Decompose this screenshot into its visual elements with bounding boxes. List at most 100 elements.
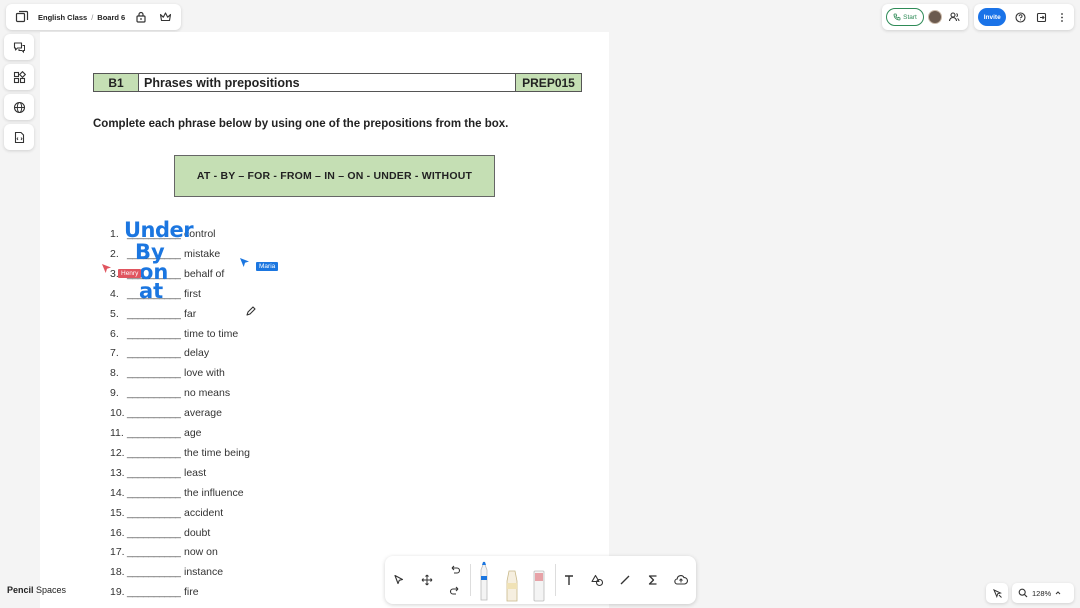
phone-icon xyxy=(893,13,901,21)
level-cell: B1 xyxy=(94,74,139,91)
left-toolbar xyxy=(4,34,34,150)
item-number: 19. xyxy=(110,586,125,599)
exit-icon[interactable] xyxy=(1034,9,1049,25)
breadcrumb-board[interactable]: Board 6 xyxy=(97,13,125,22)
text-tool[interactable] xyxy=(559,570,579,590)
item-number: 8. xyxy=(110,367,119,380)
item-blank: __________ xyxy=(127,586,181,599)
item-phrase: the time being xyxy=(184,446,250,459)
sigma-icon xyxy=(648,575,657,585)
pen-tool[interactable] xyxy=(477,560,491,602)
item-number: 10. xyxy=(110,407,125,420)
apps-button[interactable] xyxy=(4,64,34,90)
item-blank: __________ xyxy=(127,427,181,439)
participants-icon[interactable] xyxy=(946,9,962,25)
globe-icon xyxy=(13,101,25,113)
list-item: 16. __________ doubt xyxy=(110,527,330,541)
prepositions-box: AT - BY – FOR - FROM – IN – ON - UNDER -… xyxy=(174,155,495,197)
undo-button[interactable] xyxy=(445,560,465,580)
zoom-level: 128% xyxy=(1032,588,1052,598)
share-controls: Invite xyxy=(974,4,1074,30)
item-phrase: the influence xyxy=(184,486,244,499)
breadcrumb-class[interactable]: English Class xyxy=(38,13,87,22)
redo-icon xyxy=(449,586,459,595)
chat-button[interactable] xyxy=(4,34,34,60)
item-blank: __________ xyxy=(127,347,181,360)
item-phrase: behalf of xyxy=(184,267,225,280)
item-number: 15. xyxy=(110,506,125,519)
code-button[interactable] xyxy=(4,124,34,150)
board-header: English Class / Board 6 xyxy=(6,4,182,30)
toolbar-divider xyxy=(555,564,556,596)
item-blank: __________ xyxy=(127,506,181,519)
start-call-button[interactable]: Start xyxy=(886,8,924,26)
breadcrumb-separator: / xyxy=(91,12,94,22)
line-tool[interactable] xyxy=(615,570,635,590)
list-item: 19. __________ fire xyxy=(110,586,330,600)
item-number: 6. xyxy=(110,327,119,340)
start-label: Start xyxy=(903,13,917,21)
item-blank: __________ xyxy=(127,387,181,400)
item-number: 12. xyxy=(110,446,125,459)
brand-rest: Spaces xyxy=(33,585,67,595)
list-item: 6. __________ time to time xyxy=(110,328,330,342)
worksheet-header: B1 Phrases with prepositions PREP015 xyxy=(93,73,582,92)
list-item: 13. __________ least xyxy=(110,467,330,481)
item-number: 13. xyxy=(110,466,125,479)
item-phrase: mistake xyxy=(184,247,221,260)
item-blank: __________ xyxy=(127,546,181,559)
boards-icon[interactable] xyxy=(14,9,30,25)
item-number: 16. xyxy=(110,526,125,539)
crown-icon[interactable] xyxy=(157,9,173,25)
pan-tool[interactable] xyxy=(417,570,437,590)
lock-icon[interactable] xyxy=(133,9,149,25)
pencil-cursor-icon xyxy=(246,306,256,316)
session-controls: Start xyxy=(882,4,968,30)
item-phrase: no means xyxy=(184,387,231,400)
list-item: 17. __________ now on xyxy=(110,546,330,560)
laser-pointer-button[interactable] xyxy=(986,583,1008,603)
browser-button[interactable] xyxy=(4,94,34,120)
shapes-tool[interactable] xyxy=(587,570,607,590)
item-phrase: instance xyxy=(184,566,224,579)
list-item: 10. __________ average xyxy=(110,407,330,421)
item-phrase: first xyxy=(184,287,201,300)
eraser-tool[interactable] xyxy=(532,570,546,602)
zoom-control[interactable]: 128% xyxy=(1012,583,1074,603)
undo-icon xyxy=(451,565,461,574)
brand-logo: Pencil Spaces xyxy=(7,585,66,595)
invite-button[interactable]: Invite xyxy=(978,8,1007,26)
item-number: 17. xyxy=(110,546,125,559)
list-item: 15. __________ accident xyxy=(110,507,330,521)
more-menu-icon[interactable] xyxy=(1055,9,1070,25)
avatar[interactable] xyxy=(928,10,942,24)
item-phrase: fire xyxy=(184,586,199,599)
help-icon[interactable] xyxy=(1012,9,1027,25)
item-number: 9. xyxy=(110,387,119,400)
eraser-icon xyxy=(533,570,545,602)
item-number: 7. xyxy=(110,347,119,360)
select-tool[interactable] xyxy=(389,570,409,590)
item-phrase: accident xyxy=(184,506,224,519)
instruction-text: Complete each phrase below by using one … xyxy=(93,118,509,130)
cloud-upload-icon xyxy=(674,575,688,585)
breadcrumb[interactable]: English Class / Board 6 xyxy=(38,13,125,22)
redo-button[interactable] xyxy=(445,581,465,601)
handwritten-answer-4[interactable]: at xyxy=(139,279,163,303)
item-number: 1. xyxy=(110,228,119,240)
list-item: 18. __________ instance xyxy=(110,566,330,580)
math-tool[interactable] xyxy=(643,570,663,590)
highlighter-tool[interactable] xyxy=(504,570,520,602)
item-phrase: now on xyxy=(184,546,218,559)
upload-tool[interactable] xyxy=(671,570,691,590)
item-number: 18. xyxy=(110,566,125,579)
list-item: 7. __________ delay xyxy=(110,347,330,361)
pointer-icon xyxy=(394,574,404,585)
handwritten-answer-1[interactable]: Under xyxy=(124,218,194,242)
worksheet-page[interactable]: B1 Phrases with prepositions PREP015 Com… xyxy=(40,32,609,608)
item-number: 5. xyxy=(110,307,119,320)
item-phrase: doubt xyxy=(184,526,211,539)
list-item: 9. __________ no means xyxy=(110,387,330,401)
item-phrase: delay xyxy=(184,347,210,360)
code-file-icon xyxy=(14,131,24,143)
